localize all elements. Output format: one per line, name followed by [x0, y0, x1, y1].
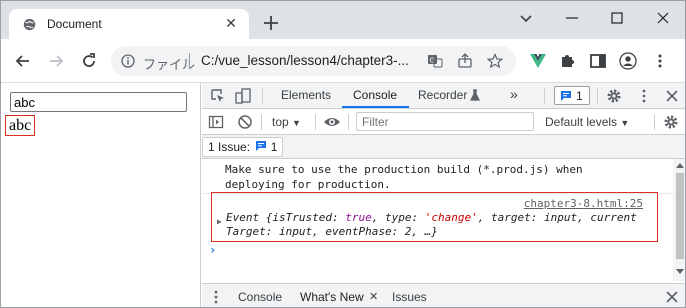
log-levels-dropdown[interactable]: Default levels ▼	[545, 115, 629, 129]
issues-chip-label: 1 Issue:	[208, 140, 251, 154]
chevron-down-icon[interactable]	[515, 7, 537, 29]
sidebar-toggle-icon[interactable]	[208, 114, 224, 130]
issues-bar: 1 Issue: 1	[202, 135, 685, 159]
issues-chip[interactable]: 1 Issue: 1	[202, 137, 284, 157]
gear-icon[interactable]	[606, 88, 622, 104]
star-icon[interactable]	[487, 53, 503, 69]
issues-chip-count: 1	[270, 140, 278, 154]
url-text[interactable]: C:/vue_lesson/lesson4/chapter3-...	[201, 53, 409, 68]
event-line2: Target: input, eventPhase: 2, …}	[226, 225, 438, 238]
drawer-tab-console[interactable]: Console	[238, 290, 282, 304]
share-icon[interactable]	[457, 53, 473, 69]
devtools-panel: Elements Console Recorder » 1 top ▼ Filt…	[202, 83, 685, 307]
console-filter-bar: top ▼ Default levels ▼	[202, 109, 685, 135]
profile-icon[interactable]	[619, 52, 637, 70]
more-vert-icon[interactable]	[651, 52, 669, 70]
scroll-down-icon[interactable]	[676, 269, 684, 274]
context-selector[interactable]: top ▼	[272, 115, 301, 129]
divider	[348, 114, 349, 130]
close-icon[interactable]	[664, 289, 680, 305]
clear-console-icon[interactable]	[237, 114, 253, 130]
back-arrow-icon[interactable]	[13, 51, 33, 71]
scroll-thumb[interactable]	[676, 173, 684, 259]
event-name: Event	[226, 211, 260, 224]
globe-icon	[23, 18, 36, 31]
close-icon[interactable]	[664, 88, 680, 104]
active-tab-indicator	[342, 106, 409, 108]
log-levels-label: Default levels	[545, 115, 618, 129]
tab-recorder[interactable]: Recorder	[418, 88, 467, 102]
devtools-tab-bar: Elements Console Recorder » 1	[202, 83, 685, 109]
message-icon	[561, 91, 571, 101]
highlighted-log-entry: chapter3-8.html:25 ▶ Event {isTrusted: t…	[211, 192, 658, 242]
dropdown-arrow-icon: ▼	[292, 118, 301, 128]
flask-icon	[470, 89, 480, 101]
tab-title: Document	[47, 17, 102, 31]
tab-close-button[interactable]: ✕	[223, 15, 239, 31]
issues-badge[interactable]: 1	[554, 86, 590, 105]
drawer-tab-issues[interactable]: Issues	[392, 290, 427, 304]
info-icon[interactable]	[121, 54, 135, 68]
divider	[189, 53, 190, 69]
browser-window: Document ✕ ファイル C:/vue_lesson/lesson4/ch…	[0, 0, 686, 308]
address-bar[interactable]: ファイル C:/vue_lesson/lesson4/chapter3-... …	[111, 46, 516, 76]
more-vert-icon[interactable]	[208, 289, 224, 305]
console-scrollbar[interactable]	[673, 159, 685, 281]
browser-toolbar: ファイル C:/vue_lesson/lesson4/chapter3-... …	[1, 39, 685, 83]
console-message: Make sure to use the production build (*…	[225, 162, 583, 192]
more-tabs-button[interactable]: »	[510, 86, 518, 102]
minimize-icon[interactable]	[561, 7, 583, 29]
more-vert-icon[interactable]	[636, 88, 652, 104]
side-panel-icon[interactable]	[589, 52, 607, 70]
filter-input[interactable]	[356, 112, 534, 131]
tab-console[interactable]: Console	[353, 88, 397, 102]
message-line: Make sure to use the production build (*…	[225, 163, 583, 176]
output-text: abc	[5, 115, 36, 136]
divider	[315, 114, 316, 130]
maximize-icon[interactable]	[606, 7, 628, 29]
scroll-up-icon[interactable]	[676, 163, 684, 168]
divider	[544, 88, 545, 104]
expand-triangle-icon[interactable]: ▶	[217, 217, 222, 226]
divider	[261, 114, 262, 130]
drawer-tab-whats-new[interactable]: What's New	[300, 290, 364, 304]
devtools-drawer: Console What's New ✕ Issues	[202, 283, 685, 307]
puzzle-icon[interactable]	[559, 52, 577, 70]
close-icon[interactable]	[652, 7, 674, 29]
message-icon	[256, 141, 267, 151]
context-label: top	[272, 115, 289, 129]
tab-elements[interactable]: Elements	[281, 88, 331, 102]
file-scheme-label: ファイル	[143, 57, 196, 72]
page-viewport: abc	[1, 83, 201, 307]
source-link[interactable]: chapter3-8.html:25	[524, 197, 643, 210]
translate-icon[interactable]: G	[427, 53, 443, 69]
close-icon[interactable]: ✕	[369, 290, 378, 303]
browser-tab[interactable]: Document ✕	[9, 9, 249, 39]
reload-icon[interactable]	[79, 51, 99, 71]
event-object[interactable]: Event {isTrusted: true, type: 'change', …	[226, 211, 637, 239]
forward-arrow-icon[interactable]	[46, 51, 66, 71]
console-output: Make sure to use the production build (*…	[202, 159, 673, 281]
text-input[interactable]	[10, 92, 187, 112]
issues-count: 1	[576, 89, 583, 103]
divider	[262, 88, 263, 104]
message-line: deploying for production.	[225, 178, 391, 191]
divider	[654, 114, 655, 130]
plus-icon[interactable]	[261, 13, 281, 33]
console-prompt-icon[interactable]: ›	[209, 243, 216, 257]
eye-icon[interactable]	[323, 114, 341, 130]
vue-devtools-icon[interactable]	[529, 52, 547, 70]
inspect-element-icon[interactable]	[210, 88, 226, 104]
title-bar: Document ✕	[1, 1, 685, 39]
dropdown-arrow-icon: ▼	[620, 118, 630, 128]
device-toolbar-icon[interactable]	[235, 88, 251, 104]
divider	[597, 88, 598, 104]
gear-icon[interactable]	[663, 114, 679, 130]
